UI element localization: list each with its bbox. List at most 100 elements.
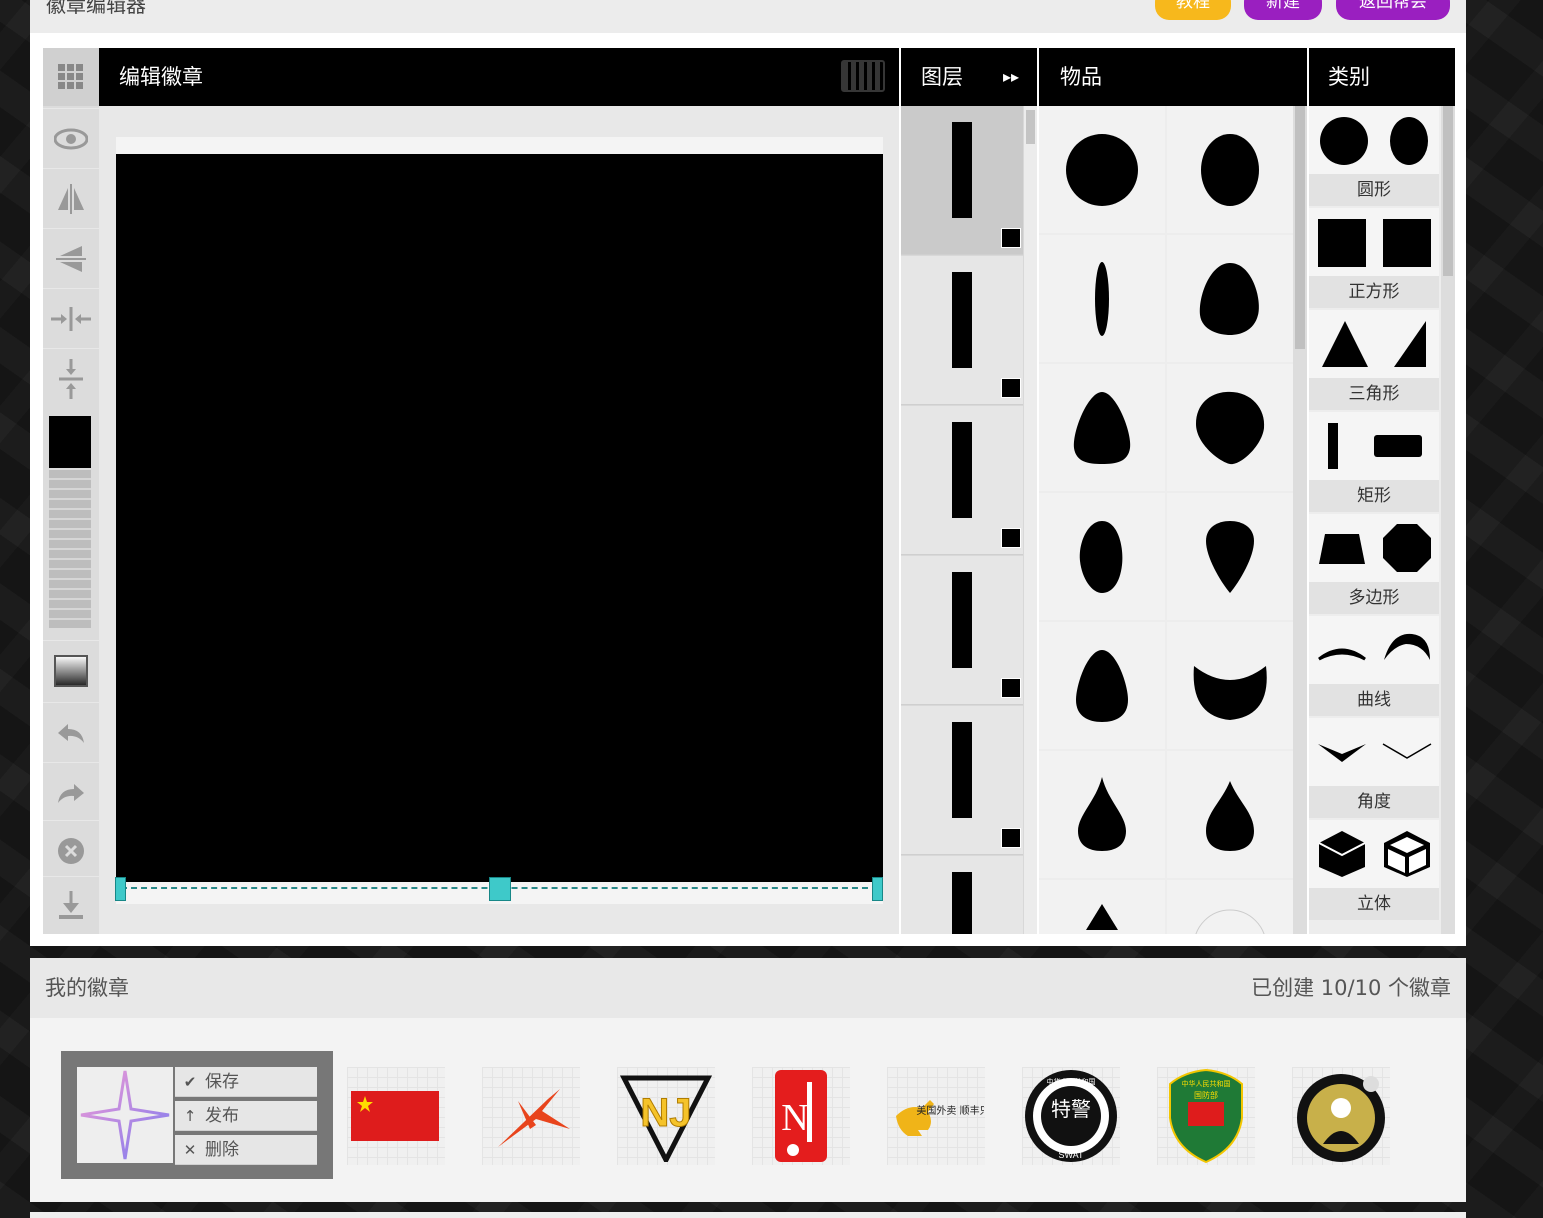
nj-triangle-icon: NJ <box>620 1075 712 1162</box>
categories-scrollbar[interactable] <box>1441 106 1455 934</box>
expand-icon[interactable]: ▸▸ <box>1003 48 1019 106</box>
new-button[interactable]: 新建 <box>1244 0 1322 20</box>
items-scrollbar[interactable] <box>1293 106 1307 934</box>
category-circle[interactable]: 圆形 <box>1309 106 1439 208</box>
category-label: 角度 <box>1309 786 1439 818</box>
delete-badge-button[interactable]: ✕ 删除 <box>175 1135 317 1165</box>
shape-item[interactable] <box>1167 364 1293 491</box>
category-angle[interactable]: 角度 <box>1309 718 1439 820</box>
tutorial-button[interactable]: 教程 <box>1155 0 1231 20</box>
layer-item[interactable] <box>901 556 1023 705</box>
layers-scrollbar[interactable] <box>1024 106 1037 934</box>
shape-item[interactable] <box>1039 493 1165 620</box>
flip-horizontal-button[interactable] <box>43 168 99 228</box>
shape-item[interactable] <box>1039 622 1165 749</box>
layer-color-chip[interactable] <box>1001 228 1021 248</box>
selected-badge-card[interactable]: ✔ 保存 ↑ 发布 ✕ 删除 <box>61 1051 333 1179</box>
items-scroll-thumb[interactable] <box>1295 106 1305 349</box>
layer-color-chip[interactable] <box>1001 378 1021 398</box>
layer-item[interactable] <box>901 856 1023 934</box>
layer-item[interactable] <box>901 406 1023 555</box>
svg-text:N: N <box>781 1097 808 1139</box>
delete-label: 删除 <box>205 1140 239 1160</box>
category-rectangle[interactable]: 矩形 <box>1309 412 1439 514</box>
shape-item[interactable] <box>1039 880 1165 934</box>
kangaroo-badge[interactable]: 美国外卖 顺丰只送 <box>887 1067 985 1165</box>
category-curve[interactable]: 曲线 <box>1309 616 1439 718</box>
circle-icon <box>1320 117 1368 165</box>
crescent-shape-icon <box>1193 665 1267 720</box>
shape-item[interactable] <box>1167 493 1293 620</box>
opacity-slider[interactable] <box>49 470 91 628</box>
swat-bottom-text: SWAT <box>1059 1150 1084 1160</box>
editor-header: 编辑徽章 <box>99 48 899 106</box>
layers-scroll-thumb[interactable] <box>1026 110 1035 144</box>
resize-handle-right[interactable] <box>872 877 883 901</box>
categories-list: 圆形 正方形 三角形 矩形 多边形 曲线 角度 立体 <box>1309 106 1441 934</box>
layers-title: 图层 <box>921 65 963 89</box>
national-defense-badge[interactable]: 中华人民共和国 国防部 <box>1157 1067 1255 1165</box>
category-3d[interactable]: 立体 <box>1309 820 1439 922</box>
shape-item[interactable] <box>1039 106 1165 233</box>
resize-handle-left[interactable] <box>115 877 126 901</box>
layer-item[interactable] <box>901 106 1023 255</box>
flip-vertical-button[interactable] <box>43 228 99 288</box>
thick-arc-icon <box>1383 633 1430 660</box>
layer-item[interactable] <box>901 256 1023 405</box>
shape-item[interactable] <box>1167 622 1293 749</box>
category-polygon[interactable]: 多边形 <box>1309 514 1439 616</box>
shape-item[interactable] <box>1167 880 1293 934</box>
layer-color-chip[interactable] <box>1001 678 1021 698</box>
upload-arrow-icon: ↑ <box>183 1107 197 1125</box>
horizontal-rectangle-icon <box>1373 435 1422 457</box>
shape-item[interactable] <box>1167 235 1293 362</box>
badge-canvas[interactable] <box>116 154 883 882</box>
shape-item[interactable] <box>1039 235 1165 362</box>
undo-button[interactable] <box>43 702 99 762</box>
color-swatch[interactable] <box>49 416 91 468</box>
category-triangle[interactable]: 三角形 <box>1309 310 1439 412</box>
publish-button[interactable]: ↑ 发布 <box>175 1101 317 1131</box>
red-x-badge[interactable] <box>482 1067 580 1165</box>
shape-item[interactable] <box>1039 751 1165 878</box>
red-n-scroll-badge[interactable]: N <box>752 1067 850 1165</box>
visibility-button[interactable] <box>43 108 99 168</box>
shape-item[interactable] <box>1167 106 1293 233</box>
swat-badge[interactable]: 特警 中华人民共和国 SWAT <box>1022 1067 1120 1165</box>
layer-color-chip[interactable] <box>1001 828 1021 848</box>
save-button[interactable]: ✔ 保存 <box>175 1067 317 1097</box>
nj-triangle-badge[interactable]: NJ <box>617 1067 715 1165</box>
layer-item[interactable] <box>901 706 1023 855</box>
shrink-horizontal-button[interactable] <box>43 288 99 348</box>
shrink-vertical-button[interactable] <box>43 348 99 408</box>
publish-label: 发布 <box>205 1106 239 1126</box>
grid-menu-button[interactable] <box>43 48 99 106</box>
shape-item[interactable] <box>1039 364 1165 491</box>
download-button[interactable] <box>43 876 99 934</box>
chevron-down-icon <box>1317 744 1366 762</box>
back-to-guild-button[interactable]: 返回帮会 <box>1336 0 1450 20</box>
items-header: 物品 <box>1039 48 1307 106</box>
categories-header: 类别 <box>1309 48 1455 106</box>
anonymous-emblem-icon <box>1297 1074 1385 1162</box>
shape-item[interactable] <box>1167 751 1293 878</box>
shrink-horizontal-icon <box>51 306 91 331</box>
layer-color-chip[interactable] <box>1001 528 1021 548</box>
resize-handle-center[interactable] <box>489 877 511 901</box>
gradient-button[interactable] <box>43 640 99 700</box>
my-badges-header: 我的徽章 已创建 10/10 个徽章 <box>30 958 1466 1018</box>
keyboard-icon[interactable] <box>841 60 885 92</box>
redo-button[interactable] <box>43 762 99 822</box>
category-label: 多边形 <box>1309 582 1439 614</box>
china-flag-badge[interactable] <box>347 1067 445 1165</box>
right-triangle-icon <box>1394 321 1426 367</box>
items-title: 物品 <box>1060 65 1102 89</box>
canvas-top-strip <box>116 137 883 154</box>
anonymous-badge[interactable] <box>1292 1067 1390 1165</box>
delete-layer-button[interactable] <box>43 820 99 880</box>
categories-scroll-thumb[interactable] <box>1443 106 1453 276</box>
category-square[interactable]: 正方形 <box>1309 208 1439 310</box>
editor-panel: 编辑徽章 图层 ▸▸ 物品 类别 圆形 正方形 三角形 矩形 多边形 曲线 角度… <box>30 33 1466 946</box>
delete-icon <box>58 837 84 864</box>
star-badge[interactable] <box>77 1067 173 1163</box>
